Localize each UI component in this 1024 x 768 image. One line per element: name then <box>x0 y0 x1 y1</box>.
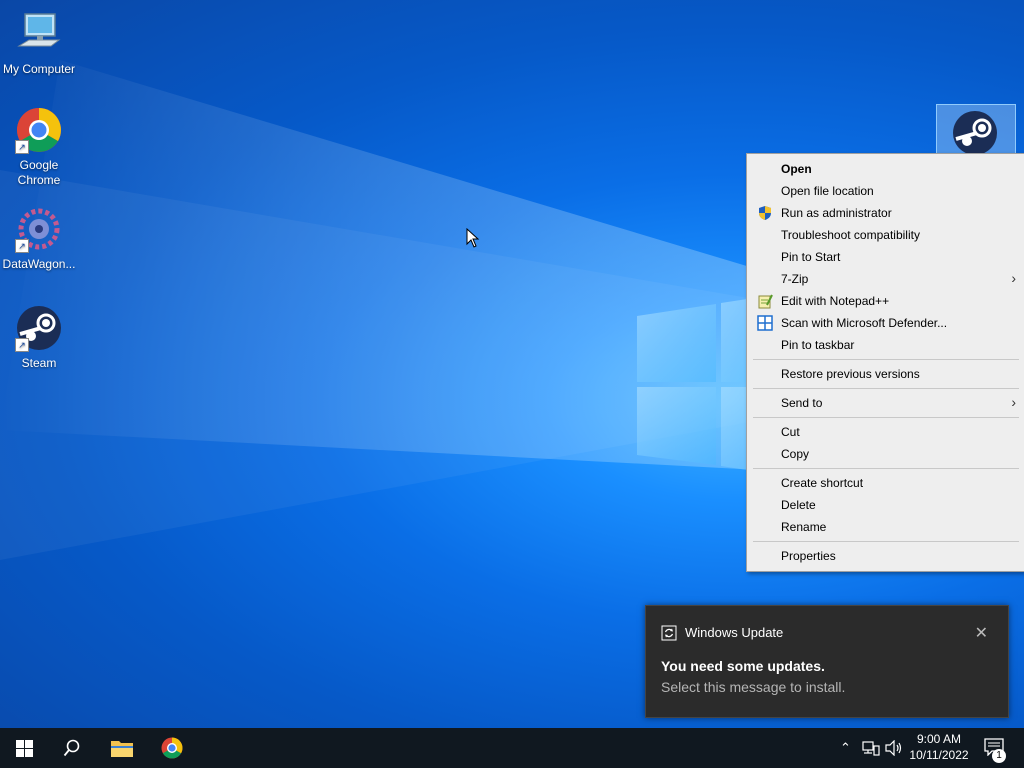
menu-item-edit-with-notepad[interactable]: Edit with Notepad++ <box>747 290 1024 312</box>
menu-item-troubleshoot-compatibility[interactable]: Troubleshoot compatibility <box>747 224 1024 246</box>
menu-separator <box>753 388 1019 389</box>
chevron-up-icon[interactable]: ⌃ <box>840 740 851 756</box>
windows-logo-icon <box>16 740 33 757</box>
desktop-icon-label: Steam <box>21 356 57 370</box>
menu-item-label: Scan with Microsoft Defender... <box>781 316 948 330</box>
chevron-right-icon: › <box>1011 270 1016 286</box>
network-icon[interactable] <box>862 740 880 756</box>
desktop-icon-datawagon[interactable]: ↗ DataWagon... <box>0 205 78 272</box>
menu-item-copy[interactable]: Copy <box>747 443 1024 465</box>
taskbar-chrome[interactable] <box>148 728 196 768</box>
menu-item-label: Troubleshoot compatibility <box>781 228 920 242</box>
menu-item-restore-previous-versions[interactable]: Restore previous versions <box>747 363 1024 385</box>
close-icon[interactable]: ✕ <box>975 623 988 643</box>
menu-item-pin-to-taskbar[interactable]: Pin to taskbar <box>747 334 1024 356</box>
clock-date: 10/11/2022 <box>909 748 969 762</box>
menu-item-label: Open <box>781 162 812 176</box>
chrome-icon <box>161 737 183 759</box>
chevron-right-icon: › <box>1011 394 1016 410</box>
menu-item-label: Cut <box>781 425 800 439</box>
menu-item-open[interactable]: Open <box>747 158 1024 180</box>
desktop-icon-label: My Computer <box>2 62 76 76</box>
menu-item-properties[interactable]: Properties <box>747 545 1024 567</box>
menu-item-label: Send to <box>781 396 823 410</box>
menu-item-label: Delete <box>781 498 816 512</box>
menu-item-label: Create shortcut <box>781 476 864 490</box>
notification-app-name: Windows Update <box>685 625 784 640</box>
clock-time: 9:00 AM <box>916 732 962 746</box>
menu-item-run-as-administrator[interactable]: Run as administrator <box>747 202 1024 224</box>
menu-item-label: Pin to taskbar <box>781 338 855 352</box>
desktop-icon-label: DataWagon... <box>2 257 76 271</box>
shortcut-arrow-icon: ↗ <box>15 338 29 352</box>
menu-item-label: 7-Zip <box>781 272 809 286</box>
shield-icon <box>757 205 773 221</box>
selected-desktop-icon-steam[interactable] <box>936 104 1016 156</box>
menu-item-delete[interactable]: Delete <box>747 494 1024 516</box>
menu-separator <box>753 417 1019 418</box>
desktop-icon-google-chrome[interactable]: ↗ Google Chrome <box>0 106 78 188</box>
menu-item-label: Rename <box>781 520 827 534</box>
desktop-icon-steam[interactable]: ↗ Steam <box>0 304 78 371</box>
menu-item-label: Restore previous versions <box>781 367 920 381</box>
folder-icon <box>111 741 133 757</box>
search-button[interactable] <box>48 728 96 768</box>
desktop-icon-label: Google Chrome <box>17 158 61 187</box>
steam-icon: ↗ <box>15 304 63 352</box>
clock[interactable]: 9:00 AM 10/11/2022 <box>904 728 974 768</box>
menu-item-7-zip[interactable]: 7-Zip › <box>747 268 1024 290</box>
action-center-button[interactable]: 1 <box>980 728 1024 768</box>
search-icon <box>63 739 80 757</box>
defender-icon <box>757 315 773 331</box>
notification-title: You need some updates. <box>661 658 825 674</box>
start-button[interactable] <box>0 728 48 768</box>
menu-item-label: Copy <box>781 447 810 461</box>
notepad-icon <box>757 293 773 309</box>
menu-item-pin-to-start[interactable]: Pin to Start <box>747 246 1024 268</box>
windows-update-notification[interactable]: Windows Update ✕ You need some updates. … <box>645 605 1009 718</box>
menu-separator <box>753 541 1019 542</box>
volume-icon[interactable] <box>885 740 903 756</box>
shortcut-arrow-icon: ↗ <box>15 239 29 253</box>
mouse-cursor-icon <box>466 228 480 248</box>
context-menu: Open Open file location Run as administr… <box>746 153 1024 572</box>
menu-item-label: Pin to Start <box>781 250 841 264</box>
desktop-icon-my-computer[interactable]: My Computer <box>0 10 78 77</box>
shortcut-arrow-icon: ↗ <box>15 140 29 154</box>
menu-item-label: Properties <box>781 549 836 563</box>
menu-item-create-shortcut[interactable]: Create shortcut <box>747 472 1024 494</box>
menu-separator <box>753 359 1019 360</box>
menu-item-rename[interactable]: Rename <box>747 516 1024 538</box>
menu-item-scan-with-defender[interactable]: Scan with Microsoft Defender... <box>747 312 1024 334</box>
chrome-icon: ↗ <box>15 106 63 154</box>
notification-count-badge: 1 <box>992 749 1006 763</box>
menu-item-label: Edit with Notepad++ <box>781 294 890 308</box>
taskbar: ⌃ 9:00 AM 10/11/2022 1 <box>0 728 1024 768</box>
taskbar-file-explorer[interactable] <box>98 728 146 768</box>
menu-item-send-to[interactable]: Send to › <box>747 392 1024 414</box>
computer-icon <box>15 10 63 58</box>
menu-item-open-file-location[interactable]: Open file location <box>747 180 1024 202</box>
notification-body: Select this message to install. <box>661 679 846 695</box>
update-icon <box>661 625 677 646</box>
menu-item-label: Run as administrator <box>781 206 892 220</box>
menu-item-cut[interactable]: Cut <box>747 421 1024 443</box>
menu-item-label: Open file location <box>781 184 874 198</box>
datawagon-icon: ↗ <box>15 205 63 253</box>
menu-separator <box>753 468 1019 469</box>
